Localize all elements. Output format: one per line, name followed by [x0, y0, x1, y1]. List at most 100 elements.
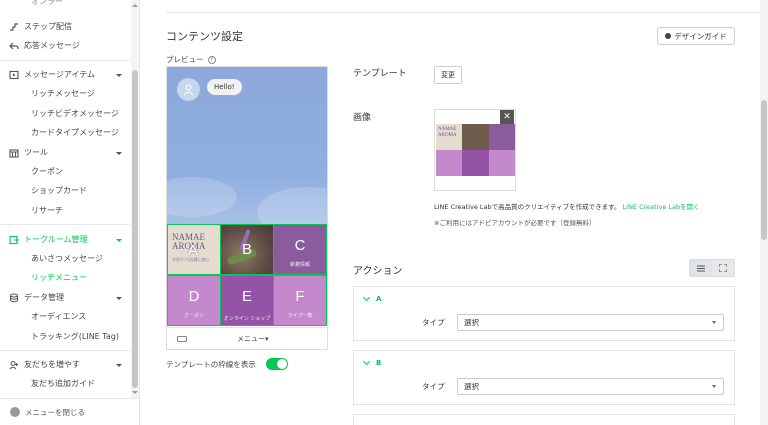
preview-label: プレビュー ? — [166, 54, 216, 65]
change-template-button[interactable]: 変更 — [434, 66, 462, 84]
page-scroll-thumb[interactable] — [761, 100, 767, 240]
close-menu-label: メニューを閉じる — [25, 407, 85, 417]
expand-view-button[interactable] — [712, 260, 734, 276]
rich-menu-preview: Hello! NAMAE AROMA お肌ケア/店舗に絡む A B C 新着情報… — [166, 66, 328, 350]
cell-letter: C — [294, 237, 306, 254]
info-dot-icon — [665, 33, 672, 39]
background-cloud — [167, 177, 237, 217]
sidebar-group-message-items[interactable]: メッセージアイテム — [8, 67, 95, 83]
menu-bar-label: メニュー▾ — [237, 335, 269, 343]
dropdown-icon — [712, 321, 716, 324]
action-card-c — [353, 414, 735, 425]
close-menu-icon — [10, 407, 20, 417]
sidebar-item-greeting-message[interactable]: あいさつメッセージ — [31, 251, 103, 267]
sidebar-scrollbar[interactable] — [131, 0, 139, 398]
previous-section-edge — [166, 0, 762, 13]
sidebar-group-chat-room[interactable]: トークルーム管理 — [8, 232, 88, 248]
sidebar-group-label: メッセージアイテム — [24, 70, 96, 79]
cell-letter: F — [295, 288, 305, 305]
sidebar-item-card-message[interactable]: カードタイプメッセージ — [31, 125, 119, 141]
sidebar-group-data[interactable]: データ管理 — [8, 290, 64, 306]
page-scrollbar[interactable] — [760, 0, 768, 425]
remove-image-icon[interactable]: ✕ — [500, 110, 514, 124]
action-header[interactable]: B — [362, 357, 381, 367]
chevron-down-icon[interactable] — [116, 239, 122, 242]
sidebar-group-friends[interactable]: 友だちを増やす — [8, 357, 80, 373]
section-title: コンテンツ設定 — [166, 30, 243, 43]
chevron-down-icon[interactable] — [116, 152, 122, 155]
template-label: テンプレート — [353, 69, 407, 79]
cell-caption: オンライン ショップ — [223, 316, 271, 322]
tools-icon — [8, 147, 20, 159]
expand-icon — [719, 264, 727, 272]
design-guide-button[interactable]: デザインガイド — [657, 27, 735, 45]
sidebar-group-tools[interactable]: ツール — [8, 145, 48, 161]
sidebar-item-rich-menu[interactable]: リッチメニュー — [31, 270, 87, 286]
sidebar-item-auto-reply[interactable]: 応答メッセージ — [8, 38, 80, 54]
sidebar-group-label: トークルーム管理 — [24, 235, 88, 244]
rich-menu-cell-e[interactable]: E オンライン ショップ — [221, 276, 273, 325]
sidebar-item-coupon[interactable]: クーポン — [31, 164, 63, 180]
thumb-cell — [436, 150, 462, 176]
sidebar-divider — [0, 350, 130, 351]
action-type-select[interactable]: 選択 — [457, 314, 724, 331]
creative-lab-link[interactable]: LINE Creative Labを開く — [623, 203, 700, 211]
action-name: A — [376, 295, 382, 303]
sidebar-scroll-thumb[interactable] — [132, 70, 138, 388]
adobe-account-note: ※ご利用にはアドビアカウントが必要です（登録無料） — [434, 219, 596, 227]
sidebar-item-tracking[interactable]: トラッキング(LINE Tag) — [31, 329, 119, 345]
rich-menu-cell-b[interactable]: B — [221, 225, 273, 274]
chevron-down-icon[interactable] — [116, 364, 122, 367]
sidebar-item-step-delivery[interactable]: ステップ配信 — [8, 19, 72, 35]
main-content: コンテンツ設定 デザインガイド プレビュー ? Hello! NAMAE ARO… — [141, 0, 762, 425]
cell-letter: E — [241, 288, 252, 305]
image-label: 画像 — [353, 113, 372, 123]
message-item-icon — [8, 69, 20, 81]
close-menu-button[interactable]: メニューを閉じる — [0, 398, 140, 425]
sidebar-item-shop-card[interactable]: ショップカード — [31, 183, 87, 199]
dropdown-icon — [712, 385, 716, 388]
action-header[interactable]: A — [362, 293, 382, 303]
rich-menu-cell-a[interactable]: NAMAE AROMA お肌ケア/店舗に絡む A — [168, 225, 220, 274]
avatar — [177, 78, 200, 101]
database-icon — [8, 292, 20, 304]
sidebar-item-friend-guide[interactable]: 友だち追加ガイド — [31, 376, 95, 392]
show-border-toggle[interactable] — [266, 358, 288, 370]
cell-letter: A — [188, 242, 199, 259]
preview-label-text: プレビュー — [166, 55, 204, 64]
chevron-down-icon[interactable] — [116, 297, 122, 300]
list-icon — [697, 265, 705, 271]
cell-caption: 新着情報 — [289, 262, 310, 268]
chat-menu-bar[interactable]: メニュー▾ — [167, 327, 327, 350]
sidebar-item-label: ステップ配信 — [24, 22, 72, 31]
sidebar-group-label: データ管理 — [24, 293, 64, 302]
creative-lab-note: LINE Creative Labで高品質のクリエイティブを作成できます。 LI… — [434, 201, 700, 211]
list-view-button[interactable] — [690, 260, 712, 276]
rich-menu-cell-d[interactable]: D クーポン — [168, 276, 220, 325]
chat-bubble: Hello! — [207, 79, 242, 95]
sidebar-item-label: 応答メッセージ — [24, 41, 80, 50]
sidebar-item-partial[interactable]: オンラー — [31, 0, 63, 10]
sidebar-scroll-area: オンラー ステップ配信 応答メッセージ メッセージアイテム リッチメッセージ リ… — [0, 0, 130, 398]
action-type-select[interactable]: 選択 — [457, 378, 724, 395]
chevron-down-icon — [362, 357, 371, 366]
sidebar-item-audience[interactable]: オーディエンス — [31, 309, 86, 325]
keyboard-icon[interactable] — [177, 336, 187, 342]
chat-background: Hello! — [167, 67, 327, 224]
info-icon[interactable]: ? — [207, 55, 216, 64]
scroll-down-icon[interactable] — [132, 391, 138, 394]
scroll-up-icon[interactable] — [132, 4, 138, 7]
sidebar-group-label: 友だちを増やす — [24, 360, 80, 369]
sidebar-item-research[interactable]: リサーチ — [31, 203, 63, 219]
reply-icon — [8, 40, 20, 52]
cell-letter: B — [241, 241, 252, 258]
rich-menu-cell-f[interactable]: F ライブ一覧 — [274, 276, 326, 325]
toggle-knob — [277, 359, 287, 369]
chevron-down-icon — [362, 293, 371, 302]
chat-room-icon — [8, 234, 20, 246]
rich-menu-cell-c[interactable]: C 新着情報 — [274, 225, 326, 274]
sidebar-item-rich-message[interactable]: リッチメッセージ — [31, 86, 95, 102]
chevron-down-icon[interactable] — [116, 74, 122, 77]
thumb-cell — [462, 124, 489, 150]
sidebar-item-rich-video-message[interactable]: リッチビデオメッセージ — [31, 106, 119, 122]
